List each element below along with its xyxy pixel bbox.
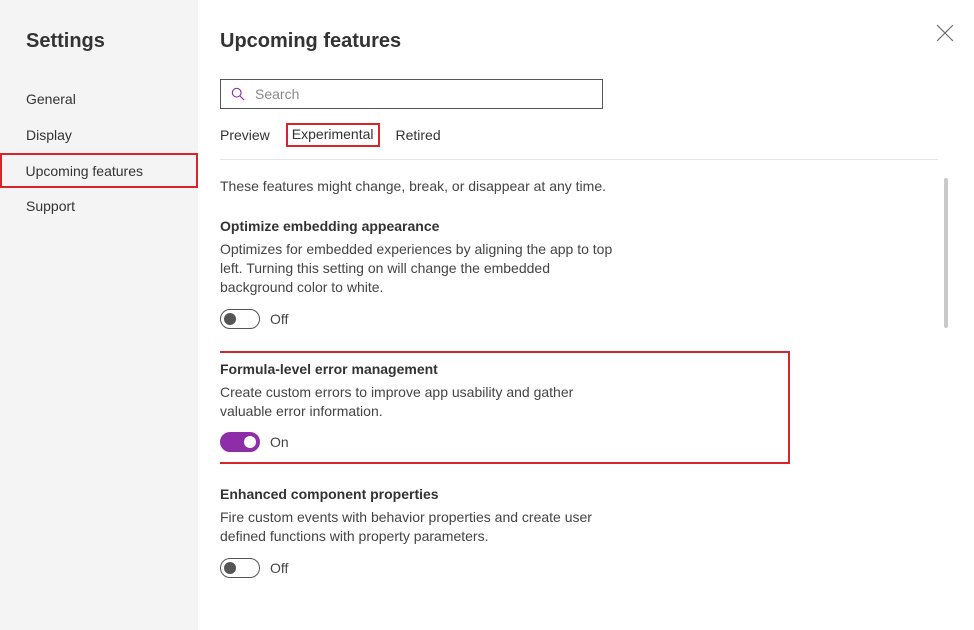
main-panel: Upcoming features Preview Experimental Ret… xyxy=(198,0,974,630)
tab-note: These features might change, break, or d… xyxy=(220,178,780,194)
toggle[interactable] xyxy=(220,309,260,329)
toggle-knob xyxy=(224,313,236,325)
feature-title: Optimize embedding appearance xyxy=(220,218,620,234)
feature-description: Fire custom events with behavior propert… xyxy=(220,508,620,546)
tab-row: Preview Experimental Retired xyxy=(220,127,938,160)
toggle[interactable] xyxy=(220,432,260,452)
feature-toggle-row: Off xyxy=(220,558,780,578)
toggle-state-label: Off xyxy=(270,311,288,327)
feature-description: Create custom errors to improve app usab… xyxy=(220,383,620,421)
toggle-knob xyxy=(224,562,236,574)
feature-toggle-row: On xyxy=(220,432,780,452)
page-title: Upcoming features xyxy=(220,30,938,53)
feature-title: Enhanced component properties xyxy=(220,486,620,502)
feature-title: Formula-level error management xyxy=(220,361,620,377)
tab-preview[interactable]: Preview xyxy=(220,127,270,159)
toggle-state-label: On xyxy=(270,434,289,450)
search-field[interactable] xyxy=(220,79,603,109)
feature-description: Optimizes for embedded experiences by al… xyxy=(220,240,620,297)
search-icon xyxy=(231,87,245,101)
feature-toggle-row: Off xyxy=(220,309,780,329)
feature-enhanced-component-properties: Enhanced component properties Fire custom… xyxy=(220,486,780,578)
sidebar-item-upcoming-features[interactable]: Upcoming features xyxy=(0,153,198,188)
sidebar-item-display[interactable]: Display xyxy=(0,117,198,153)
feature-formula-level-error-management: Formula-level error management Create cus… xyxy=(220,351,790,465)
sidebar-title: Settings xyxy=(0,30,198,53)
sidebar: Settings GeneralDisplayUpcoming features… xyxy=(0,0,198,630)
feature-optimize-embedding-appearance: Optimize embedding appearance Optimizes f… xyxy=(220,218,780,329)
search-input[interactable] xyxy=(253,85,592,103)
toggle[interactable] xyxy=(220,558,260,578)
sidebar-item-support[interactable]: Support xyxy=(0,188,198,224)
toggle-state-label: Off xyxy=(270,560,288,576)
scrollbar[interactable] xyxy=(944,178,948,328)
close-button[interactable] xyxy=(936,24,956,44)
sidebar-item-general[interactable]: General xyxy=(0,81,198,117)
feature-scroll: These features might change, break, or d… xyxy=(220,178,938,598)
tab-experimental[interactable]: Experimental xyxy=(286,127,380,159)
toggle-knob xyxy=(244,436,256,448)
tab-retired[interactable]: Retired xyxy=(396,127,441,159)
